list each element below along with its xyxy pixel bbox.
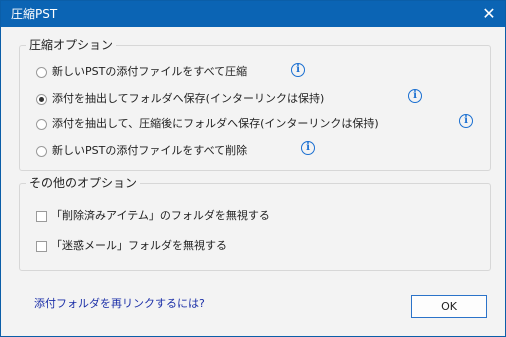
other-options-legend: その他のオプション [26, 176, 141, 190]
info-icon[interactable]: i [301, 141, 315, 155]
option-extract-compress-save-folder[interactable]: 添付を抽出して、圧縮後にフォルダへ保存(インターリンクは保持) [36, 116, 436, 132]
close-icon[interactable]: ✕ [479, 4, 499, 24]
compress-options-group: 圧縮オプション 新しいPSTの添付ファイルをすべて圧縮 i 添付を抽出してフォル… [19, 38, 491, 171]
title-bar[interactable]: 圧縮PST ✕ [1, 1, 505, 27]
option-delete-all-attachments[interactable]: 新しいPSTの添付ファイルをすべて削除 [36, 143, 296, 159]
ignore-junk-mail-checkbox[interactable] [36, 241, 47, 252]
checkbox-label: 「削除済みアイテム」のフォルダを無視する [51, 209, 270, 222]
checkbox-label: 「迷惑メール」フォルダを無視する [51, 239, 227, 252]
other-options-group: その他のオプション 「削除済みアイテム」のフォルダを無視する 「迷惑メール」フォ… [19, 176, 491, 271]
compress-options-legend: 圧縮オプション [26, 38, 117, 52]
radio-extract-save[interactable] [36, 94, 47, 105]
option-label: 新しいPSTの添付ファイルをすべて削除 [52, 144, 248, 157]
info-icon[interactable]: i [408, 89, 422, 103]
radio-extract-compress-save[interactable] [36, 119, 47, 130]
ok-button[interactable]: OK [411, 295, 487, 318]
option-label: 添付を抽出して、圧縮後にフォルダへ保存(インターリンクは保持) [52, 117, 379, 130]
ignore-deleted-items-option[interactable]: 「削除済みアイテム」のフォルダを無視する [36, 208, 296, 224]
relink-attachments-help-link[interactable]: 添付フォルダを再リンクするには? [34, 297, 205, 311]
radio-compress-all[interactable] [36, 67, 47, 78]
option-extract-save-folder[interactable]: 添付を抽出してフォルダへ保存(インターリンクは保持) [36, 91, 366, 107]
ignore-junk-mail-option[interactable]: 「迷惑メール」フォルダを無視する [36, 238, 256, 254]
dialog-title: 圧縮PST [11, 7, 58, 21]
ignore-deleted-items-checkbox[interactable] [36, 211, 47, 222]
compress-pst-dialog: 圧縮PST ✕ 圧縮オプション 新しいPSTの添付ファイルをすべて圧縮 i 添付… [0, 0, 506, 337]
info-icon[interactable]: i [459, 114, 473, 128]
info-icon[interactable]: i [291, 63, 305, 77]
option-label: 添付を抽出してフォルダへ保存(インターリンクは保持) [52, 92, 325, 105]
option-compress-all-attachments[interactable]: 新しいPSTの添付ファイルをすべて圧縮 [36, 64, 296, 80]
option-label: 新しいPSTの添付ファイルをすべて圧縮 [52, 65, 248, 78]
radio-delete-all[interactable] [36, 146, 47, 157]
